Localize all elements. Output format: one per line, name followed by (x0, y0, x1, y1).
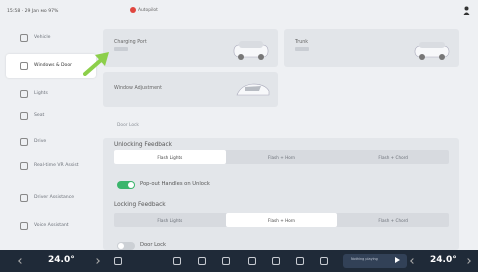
sidebar-item-label: Windows & Door (34, 63, 73, 69)
home-icon[interactable] (272, 257, 280, 265)
fan-icon[interactable] (173, 257, 181, 265)
unlock-option-flash-chord[interactable]: Flash + Chord (337, 150, 449, 164)
lock-option-flash-chord[interactable]: Flash + Chord (337, 213, 449, 227)
sidebar-item-label: Driver Assistance (34, 195, 75, 201)
sidebar-item-lights[interactable]: Lights (20, 90, 90, 98)
unlock-option-flash-lights[interactable]: Flash Lights (114, 150, 226, 164)
door-icon (20, 62, 28, 70)
car-trunk-icon (414, 42, 450, 60)
sidebar-item-seat[interactable]: Seat (20, 112, 90, 120)
annotation-arrow-icon (83, 52, 109, 76)
sidebar-item-label: Lights (34, 91, 48, 97)
trunk-card[interactable]: Trunk (284, 29, 459, 67)
status-time-text: 15:58 · 29 Jan ᴍᴏ 97% (7, 9, 59, 14)
card-title: Charging Port (114, 40, 147, 45)
bottom-dock: 24.0° Nothing playing 24.0° (0, 250, 478, 272)
door-lock-toggle[interactable] (117, 242, 135, 250)
locking-feedback-segmented[interactable]: Flash Lights Flash + Horn Flash + Chord (114, 213, 449, 227)
seat-heat-icon[interactable] (222, 257, 230, 265)
play-icon[interactable] (395, 257, 400, 263)
seat-icon (20, 112, 28, 120)
status-badge (114, 47, 128, 51)
car-window-icon (236, 83, 270, 96)
temp-right-increase-icon[interactable] (465, 258, 471, 264)
lock-option-flash-lights[interactable]: Flash Lights (114, 213, 226, 227)
door-lock-label: Door Lock (140, 242, 166, 248)
status-badge (295, 47, 309, 51)
sidebar-item-label: Voice Assistant (34, 223, 69, 229)
card-title: Trunk (295, 40, 309, 45)
section-title: Door Lock (117, 123, 139, 128)
temp-left-increase-icon[interactable] (94, 258, 100, 264)
sidebar-item-label: Real-time VR Assist (34, 163, 79, 169)
card-title: Window Adjustment (114, 86, 162, 91)
sidebar-item-driver-assistance[interactable]: Driver Assistance (20, 194, 90, 202)
unlock-option-flash-horn[interactable]: Flash + Horn (226, 150, 338, 164)
car-icon (20, 34, 28, 42)
volume-icon[interactable] (114, 257, 122, 265)
steering-wheel-icon (20, 138, 28, 146)
car-icon[interactable] (198, 257, 206, 265)
light-icon (20, 90, 28, 98)
microphone-icon (20, 222, 28, 230)
assist-icon (20, 194, 28, 202)
sidebar-item-label: Vehicle (34, 35, 51, 41)
camera-icon (20, 162, 28, 170)
sidebar-item-vr-assist[interactable]: Real-time VR Assist (20, 162, 90, 170)
lock-option-flash-horn[interactable]: Flash + Horn (225, 213, 338, 227)
door-lock-panel: Unlocking Feedback Flash Lights Flash + … (103, 138, 459, 250)
autopilot-badge: Autopilot (138, 8, 158, 13)
temp-right[interactable]: 24.0° (430, 255, 457, 265)
sidebar-item-vehicle[interactable]: Vehicle (20, 34, 90, 42)
sidebar-item-voice-assistant[interactable]: Voice Assistant (20, 222, 90, 230)
profile-icon[interactable] (463, 6, 470, 15)
media-widget[interactable]: Nothing playing (343, 254, 407, 268)
car-rear-icon (233, 41, 269, 60)
unlocking-feedback-segmented[interactable]: Flash Lights Flash + Horn Flash + Chord (114, 150, 449, 164)
sidebar-item-drive[interactable]: Drive (20, 138, 90, 146)
music-icon[interactable] (248, 257, 256, 265)
pop-out-handles-toggle[interactable] (117, 181, 135, 189)
unlocking-feedback-label: Unlocking Feedback (114, 142, 173, 148)
pop-out-handles-label: Pop-out Handles on Unlock (140, 181, 210, 187)
temp-left-decrease-icon[interactable] (18, 258, 24, 264)
autopilot-icon (130, 7, 136, 13)
media-label: Nothing playing (351, 257, 378, 261)
status-bar: 15:58 · 29 Jan ᴍᴏ 97% Autopilot (0, 0, 478, 21)
temp-left[interactable]: 24.0° (48, 255, 75, 265)
sidebar-item-label: Seat (34, 113, 45, 119)
navigation-icon[interactable] (320, 257, 328, 265)
window-adjustment-card[interactable]: Window Adjustment (103, 72, 278, 107)
locking-feedback-label: Locking Feedback (114, 202, 166, 208)
temp-right-decrease-icon[interactable] (410, 258, 416, 264)
apps-icon[interactable] (296, 257, 304, 265)
sidebar-item-label: Drive (34, 139, 47, 145)
charging-port-card[interactable]: Charging Port (103, 29, 278, 67)
